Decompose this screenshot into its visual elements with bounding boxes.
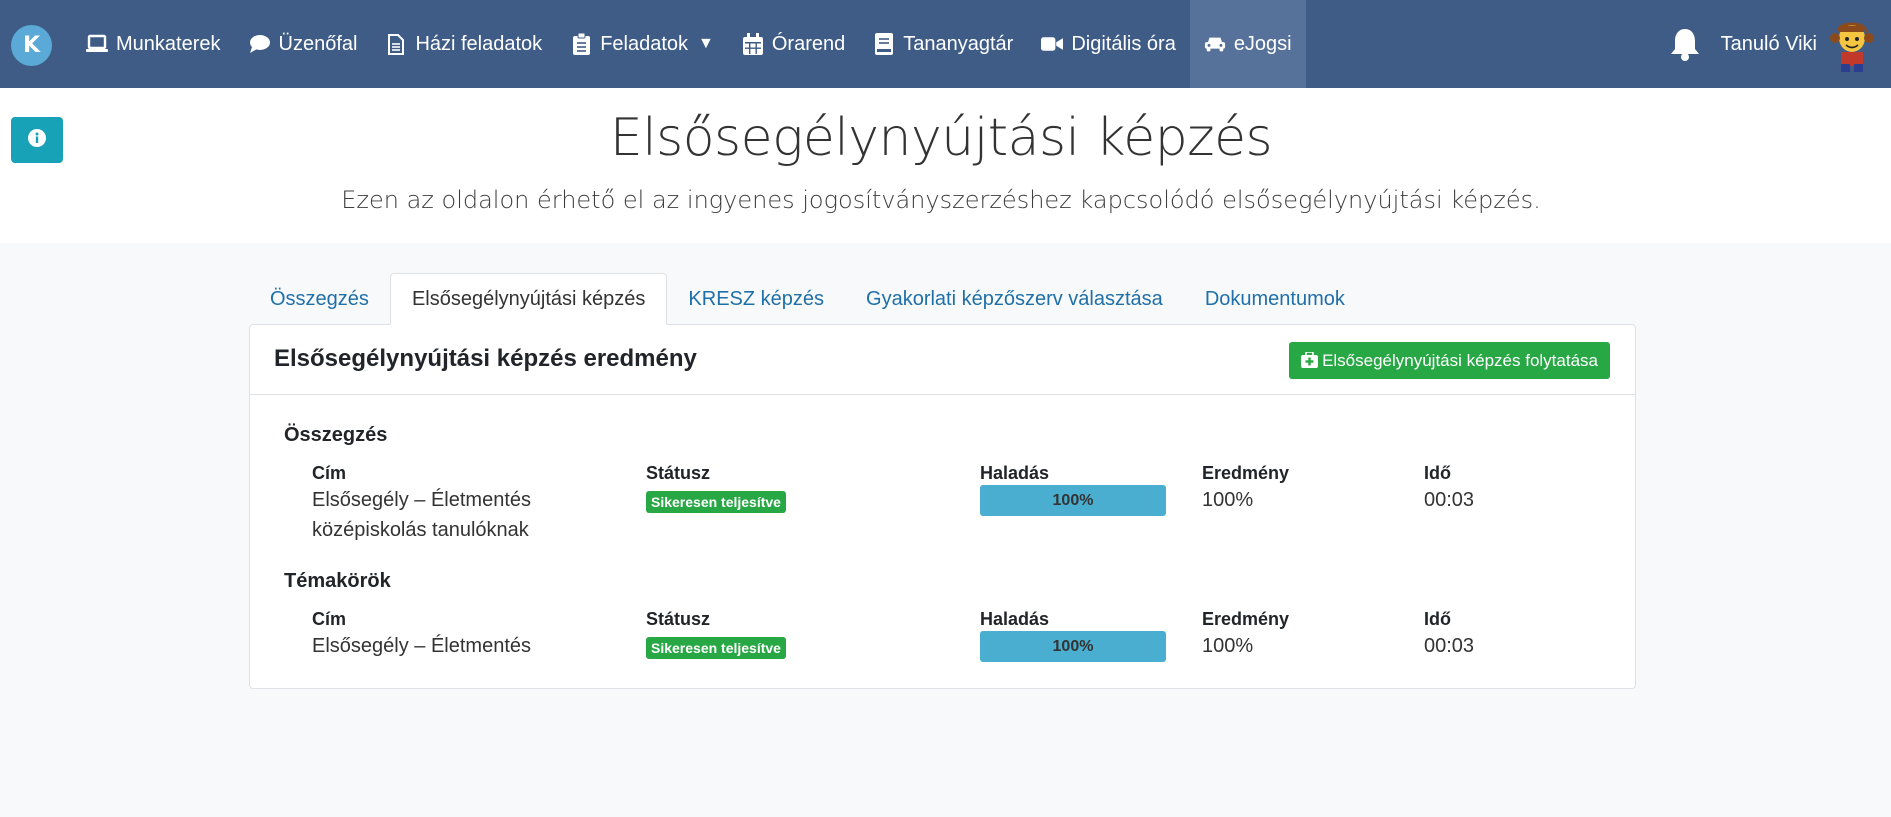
nav-item-label: Munkaterek bbox=[116, 32, 221, 55]
nav-item-feladatok[interactable]: Feladatok ▼ bbox=[556, 0, 728, 88]
page-title: Elsősegélynyújtási képzés bbox=[609, 108, 1273, 168]
tab-bar: Összegzés Elsősegélynyújtási képzés KRES… bbox=[249, 273, 1366, 325]
col-head-time: Idő bbox=[1424, 463, 1451, 483]
laptop-icon bbox=[86, 33, 108, 55]
user-name[interactable]: Tanuló Viki bbox=[1721, 33, 1817, 56]
status-badge: Sikeresen teljesítve bbox=[646, 491, 786, 513]
avatar[interactable] bbox=[1827, 16, 1877, 72]
clipboard-icon bbox=[570, 33, 592, 55]
summary-heading: Összegzés bbox=[284, 424, 388, 446]
nav-item-ejogsi[interactable]: eJogsi bbox=[1189, 0, 1306, 88]
nav-item-label: Feladatok bbox=[600, 32, 689, 55]
file-icon bbox=[385, 33, 407, 55]
nav-item-digitalis-ora[interactable]: Digitális óra bbox=[1027, 0, 1189, 88]
result-card: Elsősegélynyújtási képzés eredmény Elsős… bbox=[249, 324, 1636, 689]
video-icon bbox=[1041, 33, 1064, 55]
nav-item-label: eJogsi bbox=[1233, 32, 1292, 55]
status-badge: Sikeresen teljesítve bbox=[646, 637, 786, 659]
progress-bar-fill: 100% bbox=[980, 485, 1166, 516]
col-head-result: Eredmény bbox=[1202, 463, 1290, 483]
brand-logo[interactable]: K bbox=[11, 25, 52, 66]
summary-title-line2: középiskolás tanulóknak bbox=[312, 519, 529, 541]
topics-heading: Témakörök bbox=[284, 570, 391, 592]
topic-title: Elsősegély – Életmentés bbox=[312, 635, 532, 657]
col-head-result: Eredmény bbox=[1202, 609, 1290, 629]
nav-menu: Munkaterek Üzenőfal Házi feladatok Felad… bbox=[72, 0, 1306, 88]
continue-button-label: Elsősegélynyújtási képzés folytatása bbox=[1322, 350, 1598, 370]
comment-icon bbox=[249, 33, 271, 55]
col-head-status: Státusz bbox=[646, 463, 711, 483]
car-icon bbox=[1204, 33, 1226, 55]
col-head-title: Cím bbox=[312, 463, 347, 483]
summary-result: 100% bbox=[1202, 489, 1254, 511]
nav-item-label: Tananyagtár bbox=[903, 32, 1014, 55]
card-header: Elsősegélynyújtási képzés eredmény Elsős… bbox=[250, 325, 1635, 395]
nav-item-label: Üzenőfal bbox=[278, 32, 358, 55]
nav-item-uzenofal[interactable]: Üzenőfal bbox=[235, 0, 372, 88]
summary-time: 00:03 bbox=[1424, 489, 1475, 511]
card-title: Elsősegélynyújtási képzés eredmény bbox=[274, 345, 697, 372]
nav-item-hazi-feladatok[interactable]: Házi feladatok bbox=[371, 0, 556, 88]
nav-item-munkaterek[interactable]: Munkaterek bbox=[72, 0, 235, 88]
brand-letter: K bbox=[22, 33, 41, 58]
tab-dokumentumok[interactable]: Dokumentumok bbox=[1184, 273, 1366, 325]
medkit-icon bbox=[1301, 352, 1319, 369]
continue-training-button[interactable]: Elsősegélynyújtási képzés folytatása bbox=[1289, 342, 1610, 379]
topic-time: 00:03 bbox=[1424, 635, 1475, 657]
col-head-progress: Haladás bbox=[980, 609, 1050, 629]
user-area: Tanuló Viki bbox=[1667, 0, 1891, 88]
col-head-title: Cím bbox=[312, 609, 347, 629]
nav-item-label: Digitális óra bbox=[1071, 32, 1176, 55]
col-head-time: Idő bbox=[1424, 609, 1451, 629]
col-head-status: Státusz bbox=[646, 609, 711, 629]
summary-title-line1: Elsősegély – Életmentés bbox=[312, 489, 532, 511]
book-icon bbox=[873, 33, 895, 55]
col-head-progress: Haladás bbox=[980, 463, 1050, 483]
chevron-down-icon: ▼ bbox=[698, 35, 714, 52]
calendar-icon bbox=[742, 33, 764, 55]
nav-item-orarend[interactable]: Órarend bbox=[728, 0, 859, 88]
tab-kresz[interactable]: KRESZ képzés bbox=[667, 273, 845, 325]
summary-progress: 100% bbox=[980, 485, 1166, 516]
top-navbar: K Munkaterek Üzenőfal Házi feladatok Fel… bbox=[0, 0, 1891, 88]
tab-elsosegely[interactable]: Elsősegélynyújtási képzés bbox=[389, 273, 668, 325]
nav-item-label: Órarend bbox=[771, 32, 846, 55]
progress-bar-fill: 100% bbox=[980, 631, 1166, 662]
tab-osszegzes[interactable]: Összegzés bbox=[249, 273, 390, 325]
topic-progress: 100% bbox=[980, 631, 1166, 662]
page-header: Elsősegélynyújtási képzés Ezen az oldalo… bbox=[0, 88, 1891, 243]
topic-result: 100% bbox=[1202, 635, 1254, 657]
nav-item-label: Házi feladatok bbox=[415, 32, 543, 55]
nav-item-tananyagtar[interactable]: Tananyagtár bbox=[859, 0, 1027, 88]
bell-icon[interactable] bbox=[1667, 26, 1703, 62]
page-subtitle: Ezen az oldalon érhető el az ingyenes jo… bbox=[341, 186, 1541, 214]
tab-gyakorlati[interactable]: Gyakorlati képzőszerv választása bbox=[845, 273, 1184, 325]
